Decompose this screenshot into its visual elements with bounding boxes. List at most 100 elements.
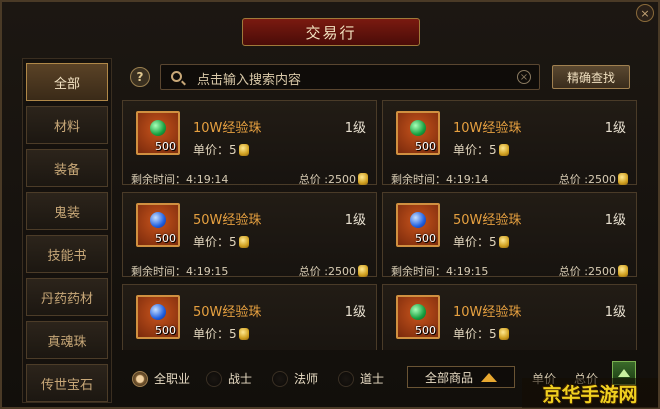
close-icon[interactable]: × [636, 4, 654, 22]
total-price: 总价 :2500 [299, 263, 368, 279]
category-sidebar: 全部 材料 装备 鬼装 技能书 丹药药材 真魂珠 传世宝石 [22, 58, 112, 403]
total-price: 总价 :2500 [559, 263, 628, 279]
unit-price-text: 单价：5 [453, 143, 497, 157]
class-filter-label: 道士 [360, 372, 385, 386]
green-bead-icon [410, 304, 426, 320]
item-icon: 500 [396, 295, 440, 339]
item-icon: 500 [396, 111, 440, 155]
search-placeholder: 点击输入搜索内容 [197, 73, 302, 88]
radio-icon [132, 370, 148, 387]
radio-icon [338, 370, 354, 387]
sidebar-item-gems[interactable]: 传世宝石 [26, 364, 108, 402]
item-quantity: 500 [155, 232, 176, 245]
total-price: 总价 :2500 [299, 171, 368, 187]
sidebar-item-medicine[interactable]: 丹药药材 [26, 278, 108, 316]
coin-icon [498, 236, 509, 248]
remaining-time: 剩余时间：4:19:15 [391, 265, 489, 278]
radio-icon [272, 370, 288, 387]
unit-price: 单价：5 [193, 325, 249, 342]
watermark: 京华手游网 [522, 378, 658, 408]
unit-price: 单价：5 [193, 233, 249, 250]
listing-card[interactable]: 500 50W经验珠 1级 单价：5 剩余时间：4:19:15 总价 :2500 [382, 192, 637, 279]
listing-card[interactable]: 500 10W经验珠 1级 单价：5 [382, 284, 637, 350]
help-icon[interactable]: ? [130, 67, 150, 87]
triangle-up-icon [481, 372, 497, 382]
unit-price-text: 单价：5 [453, 327, 497, 341]
sidebar-item-equipment[interactable]: 装备 [26, 149, 108, 187]
item-level: 1级 [604, 121, 626, 136]
class-filter-label: 法师 [294, 372, 319, 386]
sidebar-item-soul-beads[interactable]: 真魂珠 [26, 321, 108, 359]
item-level: 1级 [604, 213, 626, 228]
coin-icon [498, 144, 509, 156]
class-filter-taoist[interactable]: 道士 [338, 370, 384, 387]
listing-card[interactable]: 500 50W经验珠 1级 单价：5 [122, 284, 377, 350]
green-bead-icon [410, 120, 426, 136]
coin-icon [618, 265, 628, 277]
coin-icon [238, 236, 249, 248]
coin-icon [358, 173, 368, 185]
listing-card[interactable]: 500 10W经验珠 1级 单价：5 剩余时间：4:19:14 总价 :2500 [382, 100, 637, 187]
unit-price-text: 单价：5 [453, 235, 497, 249]
coin-icon [358, 265, 368, 277]
item-quantity: 500 [155, 324, 176, 337]
total-price-text: 总价 :2500 [298, 265, 356, 278]
total-price-text: 总价 :2500 [298, 173, 356, 186]
item-level: 1级 [344, 121, 366, 136]
search-icon [171, 71, 182, 82]
item-name: 10W经验珠 [453, 305, 522, 320]
sidebar-item-all[interactable]: 全部 [26, 63, 108, 101]
item-icon: 500 [136, 111, 180, 155]
clear-icon[interactable]: × [517, 70, 531, 84]
unit-price-text: 单价：5 [193, 327, 237, 341]
item-icon: 500 [136, 295, 180, 339]
listing-card[interactable]: 500 10W经验珠 1级 单价：5 剩余时间：4:19:14 总价 :2500 [122, 100, 377, 187]
coin-icon [618, 173, 628, 185]
sidebar-item-skill-books[interactable]: 技能书 [26, 235, 108, 273]
unit-price: 单价：5 [453, 325, 509, 342]
listing-card[interactable]: 500 50W经验珠 1级 单价：5 剩余时间：4:19:15 总价 :2500 [122, 192, 377, 279]
sidebar-item-materials[interactable]: 材料 [26, 106, 108, 144]
blue-bead-icon [150, 212, 166, 228]
total-price: 总价 :2500 [559, 171, 628, 187]
search-input[interactable]: 点击输入搜索内容 × [160, 64, 540, 90]
unit-price: 单价：5 [453, 233, 509, 250]
goods-type-select[interactable]: 全部商品 [407, 366, 515, 388]
unit-price-text: 单价：5 [193, 143, 237, 157]
class-filter-mage[interactable]: 法师 [272, 370, 318, 387]
class-filter-label: 全职业 [154, 372, 191, 386]
remaining-time: 剩余时间：4:19:15 [131, 265, 229, 278]
precise-search-button[interactable]: 精确查找 [552, 65, 630, 89]
blue-bead-icon [410, 212, 426, 228]
total-price-text: 总价 :2500 [558, 265, 616, 278]
item-level: 1级 [604, 305, 626, 320]
sidebar-item-ghost-equipment[interactable]: 鬼装 [26, 192, 108, 230]
blue-bead-icon [150, 304, 166, 320]
item-quantity: 500 [155, 140, 176, 153]
unit-price: 单价：5 [453, 141, 509, 158]
item-icon: 500 [396, 203, 440, 247]
item-name: 10W经验珠 [193, 121, 262, 136]
item-icon: 500 [136, 203, 180, 247]
class-filter-warrior[interactable]: 战士 [206, 370, 252, 387]
item-name: 10W经验珠 [453, 121, 522, 136]
item-name: 50W经验珠 [193, 305, 262, 320]
item-quantity: 500 [415, 232, 436, 245]
coin-icon [238, 144, 249, 156]
remaining-time: 剩余时间：4:19:14 [391, 173, 489, 186]
window-title: 交易行 [242, 18, 420, 46]
item-quantity: 500 [415, 324, 436, 337]
remaining-time: 剩余时间：4:19:14 [131, 173, 229, 186]
radio-icon [206, 370, 222, 387]
class-filter-all[interactable]: 全职业 [132, 370, 190, 387]
listing-grid: 500 10W经验珠 1级 单价：5 剩余时间：4:19:14 总价 :2500… [122, 100, 638, 350]
unit-price-text: 单价：5 [193, 235, 237, 249]
item-level: 1级 [344, 305, 366, 320]
item-name: 50W经验珠 [453, 213, 522, 228]
coin-icon [238, 328, 249, 340]
unit-price: 单价：5 [193, 141, 249, 158]
coin-icon [498, 328, 509, 340]
green-bead-icon [150, 120, 166, 136]
goods-select-label: 全部商品 [424, 370, 473, 385]
item-level: 1级 [344, 213, 366, 228]
